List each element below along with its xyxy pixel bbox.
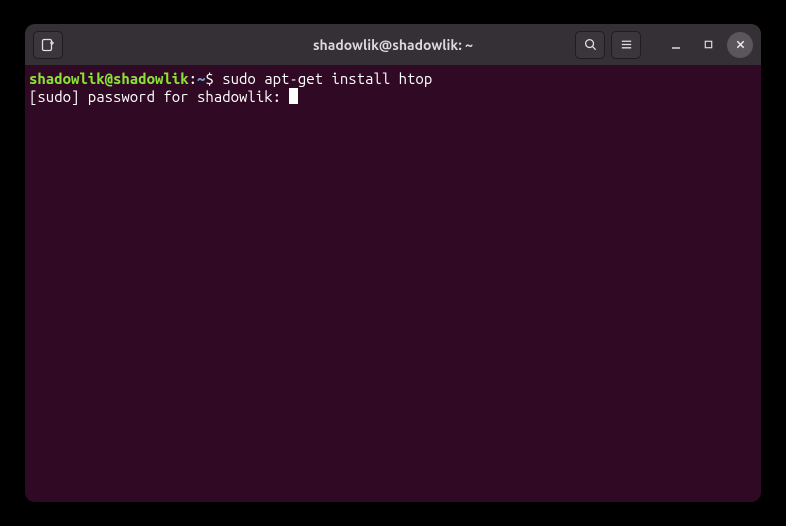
prompt-separator: : bbox=[189, 70, 197, 87]
menu-button[interactable] bbox=[611, 31, 641, 59]
minimize-icon bbox=[670, 39, 682, 51]
terminal-body[interactable]: shadowlik@shadowlik:~$ sudo apt-get inst… bbox=[25, 66, 761, 502]
maximize-button[interactable] bbox=[695, 32, 721, 58]
titlebar-left bbox=[33, 31, 63, 59]
close-icon bbox=[735, 39, 746, 50]
maximize-icon bbox=[703, 39, 714, 50]
new-tab-button[interactable] bbox=[33, 31, 63, 59]
output-line: [sudo] password for shadowlik: bbox=[29, 88, 289, 105]
close-button[interactable] bbox=[727, 32, 753, 58]
search-icon bbox=[583, 37, 598, 52]
cursor bbox=[289, 88, 298, 104]
new-tab-icon bbox=[40, 37, 56, 53]
prompt-symbol: $ bbox=[205, 70, 213, 87]
command-text: sudo apt-get install htop bbox=[222, 70, 432, 87]
window-title: shadowlik@shadowlik: ~ bbox=[313, 37, 473, 53]
search-button[interactable] bbox=[575, 31, 605, 59]
hamburger-icon bbox=[619, 37, 634, 52]
titlebar: shadowlik@shadowlik: ~ bbox=[25, 24, 761, 66]
prompt-userhost: shadowlik@shadowlik bbox=[29, 70, 189, 87]
terminal-window: shadowlik@shadowlik: ~ bbox=[25, 24, 761, 502]
titlebar-right bbox=[575, 31, 753, 59]
minimize-button[interactable] bbox=[663, 32, 689, 58]
